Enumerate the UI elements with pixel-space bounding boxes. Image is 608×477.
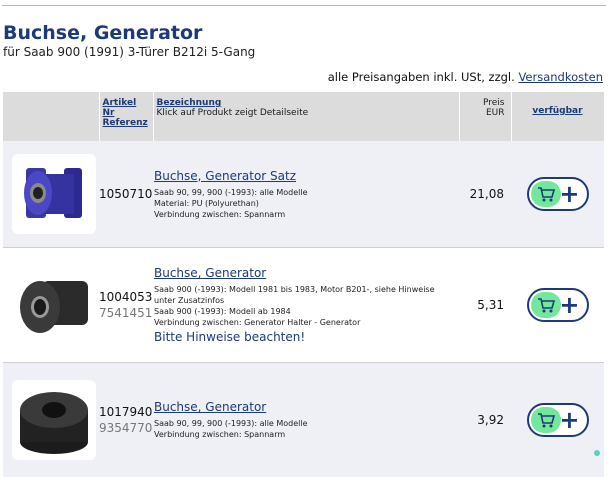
article-number-cell: 1004053 7541451	[99, 248, 153, 362]
header-description-hint: Klick auf Produkt zeigt Detailseite	[156, 108, 309, 118]
shipping-costs-link[interactable]: Versandkosten	[518, 70, 603, 84]
table-row: 1050710 Buchse, Generator Satz Saab 90, …	[3, 141, 604, 247]
top-divider	[2, 5, 606, 6]
description-line: Saab 900 (-1993): Modell 1981 bis 1983, …	[154, 285, 435, 294]
description-cell: Buchse, Generator Satz Saab 90, 99, 900 …	[153, 141, 459, 247]
product-image-rubber-bushing[interactable]	[12, 265, 96, 345]
product-name-link[interactable]: Buchse, Generator	[154, 266, 455, 280]
product-image-round-bushing[interactable]	[12, 380, 96, 460]
plus-icon: +	[559, 180, 580, 208]
price-cell: 3,92	[459, 363, 511, 477]
description-line: Saab 900 (-1993): Modell ab 1984	[154, 307, 291, 316]
product-name-link[interactable]: Buchse, Generator Satz	[154, 169, 455, 183]
description-line: unter Zusatzinfos	[154, 296, 225, 305]
cart-badge	[530, 181, 561, 207]
description-line: Saab 90, 99, 900 (-1993): alle Modelle	[154, 419, 308, 428]
plus-icon: +	[559, 291, 580, 319]
article-number: 1017940	[99, 405, 153, 419]
price-note: alle Preisangaben inkl. USt, zzgl. Versa…	[328, 70, 603, 84]
cart-badge	[530, 292, 561, 318]
description-cell: Buchse, Generator Saab 90, 99, 900 (-199…	[153, 363, 459, 477]
add-to-cart-button[interactable]: +	[526, 177, 589, 211]
table-row: 1004053 7541451 Buchse, Generator Saab 9…	[3, 248, 604, 362]
cart-cell: +	[511, 141, 604, 247]
price-note-text: alle Preisangaben inkl. USt, zzgl.	[327, 70, 515, 84]
header-article-label[interactable]: Artikel	[103, 98, 137, 108]
product-table: Artikel Nr Referenz Bezeichnung Klick au…	[3, 92, 605, 477]
article-number-cell: 1017940 9354770	[99, 363, 153, 477]
notice-hint: Bitte Hinweise beachten!	[154, 330, 306, 344]
article-number: 1004053	[99, 290, 153, 304]
table-header-row: Artikel Nr Referenz Bezeichnung Klick au…	[3, 92, 605, 141]
rubber-bushing-image	[20, 281, 88, 333]
header-reference-label[interactable]: Referenz	[103, 118, 148, 128]
header-image	[3, 92, 100, 141]
article-number-cell: 1050710	[99, 141, 153, 247]
description-line: Saab 90, 99, 900 (-1993): alle Modelle	[154, 187, 308, 197]
description-line: Verbindung zwischen: Spannarm	[154, 209, 286, 219]
header-availability-label[interactable]: verfügbar	[532, 106, 582, 116]
price-cell: 21,08	[459, 141, 511, 247]
shopping-cart-icon	[537, 187, 555, 202]
reference-number: 7541451	[99, 306, 153, 320]
header-price-label: Preis	[483, 98, 505, 108]
product-name-link[interactable]: Buchse, Generator	[154, 400, 455, 414]
purple-bushing-image	[22, 162, 86, 226]
add-to-cart-button[interactable]: +	[526, 403, 589, 437]
price-cell: 5,31	[459, 248, 511, 362]
page-subtitle: für Saab 900 (1991) 3-Türer B212i 5-Gang	[3, 45, 256, 59]
header-currency-label: EUR	[485, 108, 505, 118]
cart-cell: +	[511, 363, 604, 477]
shopping-cart-icon	[537, 298, 555, 313]
header-price: Preis EUR	[459, 92, 512, 141]
header-description-label[interactable]: Bezeichnung	[157, 98, 222, 108]
product-image-cell[interactable]	[3, 363, 99, 477]
header-nr-label[interactable]: Nr	[103, 108, 115, 118]
cart-badge	[530, 407, 561, 433]
corner-decoration	[594, 450, 600, 456]
product-image-purple-bushing[interactable]	[12, 154, 96, 234]
product-image-cell[interactable]	[3, 141, 99, 247]
description-line: Verbindung zwischen: Spannarm	[154, 430, 286, 439]
header-availability[interactable]: verfügbar	[511, 92, 605, 141]
description-cell: Buchse, Generator Saab 900 (-1993): Mode…	[153, 248, 459, 362]
reference-number: 9354770	[99, 421, 153, 435]
product-image-cell[interactable]	[3, 248, 99, 362]
cart-cell: +	[511, 248, 604, 362]
article-number: 1050710	[99, 187, 153, 201]
plus-icon: +	[559, 406, 580, 434]
header-article[interactable]: Artikel Nr Referenz	[99, 92, 154, 141]
header-description[interactable]: Bezeichnung Klick auf Produkt zeigt Deta…	[153, 92, 460, 141]
table-row: 1017940 9354770 Buchse, Generator Saab 9…	[3, 363, 604, 477]
round-bushing-image	[20, 392, 88, 454]
add-to-cart-button[interactable]: +	[526, 288, 589, 322]
shopping-cart-icon	[537, 413, 555, 428]
description-line: Material: PU (Polyurethan)	[154, 198, 259, 208]
description-line: Verbindung zwischen: Generator Halter - …	[154, 318, 361, 327]
page-title: Buchse, Generator	[3, 22, 203, 44]
